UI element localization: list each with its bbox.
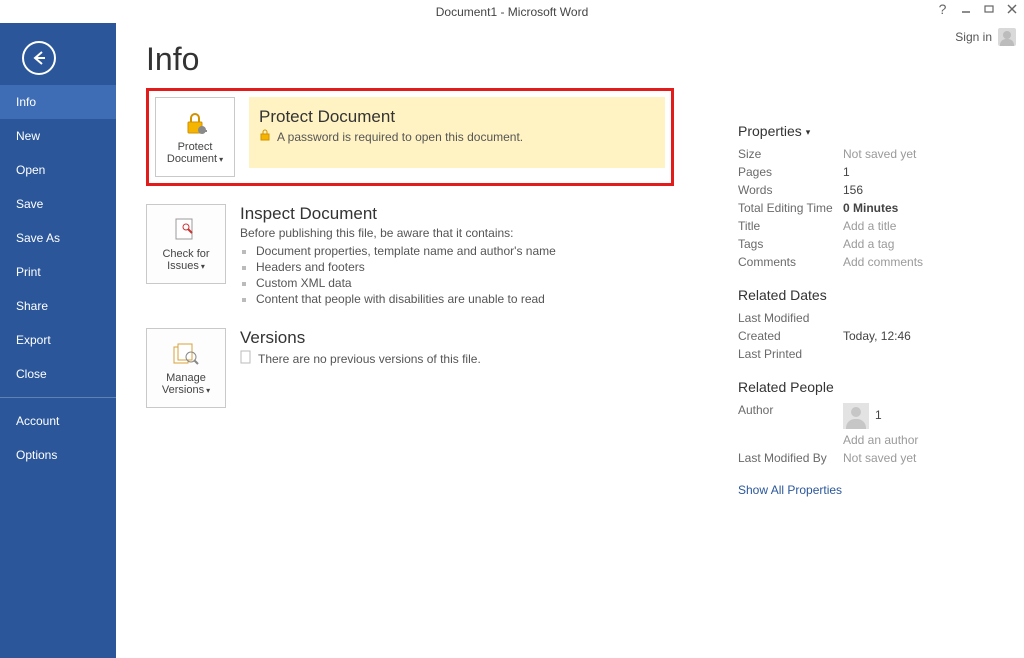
protect-document-button[interactable]: Protect Document▾: [155, 97, 235, 177]
back-arrow-icon: [31, 50, 47, 66]
check-issues-label: Check for Issues▾: [147, 248, 225, 272]
small-lock-icon: [259, 129, 271, 144]
sidebar-item-print[interactable]: Print: [0, 255, 116, 289]
prop-tags[interactable]: TagsAdd a tag: [738, 235, 1024, 253]
back-button[interactable]: [22, 41, 56, 75]
chevron-down-icon: ▾: [206, 386, 210, 395]
lock-icon: [179, 109, 211, 137]
prop-last-modified: Last Modified: [738, 309, 1024, 327]
related-people-heading: Related People: [738, 379, 1024, 395]
chevron-down-icon: ▾: [219, 155, 223, 164]
list-item: Headers and footers: [256, 260, 556, 274]
sidebar-item-save[interactable]: Save: [0, 187, 116, 221]
minimize-button[interactable]: [959, 2, 972, 15]
prop-author: Author 1: [738, 401, 1024, 431]
show-all-properties-link[interactable]: Show All Properties: [738, 483, 1024, 497]
prop-last-printed: Last Printed: [738, 345, 1024, 363]
user-avatar-icon: [998, 28, 1016, 46]
window-title: Document1 - Microsoft Word: [436, 5, 589, 19]
restore-button[interactable]: [982, 2, 995, 15]
prop-edit-time: Total Editing Time0 Minutes: [738, 199, 1024, 217]
chevron-down-icon: ▾: [201, 262, 205, 271]
sidebar-item-new[interactable]: New: [0, 119, 116, 153]
sidebar-item-info[interactable]: Info: [0, 85, 116, 119]
sidebar-item-share[interactable]: Share: [0, 289, 116, 323]
prop-last-modified-by: Last Modified ByNot saved yet: [738, 449, 1024, 467]
sidebar-item-save-as[interactable]: Save As: [0, 221, 116, 255]
signin-label: Sign in: [955, 30, 992, 44]
title-bar: Document1 - Microsoft Word ?: [0, 0, 1024, 23]
sidebar-item-close[interactable]: Close: [0, 357, 116, 391]
prop-comments[interactable]: CommentsAdd comments: [738, 253, 1024, 271]
sidebar-item-export[interactable]: Export: [0, 323, 116, 357]
list-item: Content that people with disabilities ar…: [256, 292, 556, 306]
versions-icon: [170, 340, 202, 368]
page-title: Info: [146, 41, 718, 78]
sidebar-item-account[interactable]: Account: [0, 404, 116, 438]
inspect-icon: [170, 216, 202, 244]
protect-document-highlight: Protect Document▾ Protect Document A pas…: [146, 88, 674, 186]
prop-size: SizeNot saved yet: [738, 145, 1024, 163]
protect-sub: A password is required to open this docu…: [277, 130, 523, 144]
related-dates-heading: Related Dates: [738, 287, 1024, 303]
properties-panel: Properties ▾ SizeNot saved yet Pages1 Wo…: [738, 23, 1024, 658]
prop-created: CreatedToday, 12:46: [738, 327, 1024, 345]
prop-title[interactable]: TitleAdd a title: [738, 217, 1024, 235]
inspect-heading: Inspect Document: [240, 204, 556, 224]
sidebar-item-open[interactable]: Open: [0, 153, 116, 187]
info-page: Info Protect Document▾ Protect Document …: [116, 23, 738, 658]
signin-area[interactable]: Sign in: [955, 28, 1016, 46]
sidebar-item-options[interactable]: Options: [0, 438, 116, 472]
list-item: Document properties, template name and a…: [256, 244, 556, 258]
prop-pages: Pages1: [738, 163, 1024, 181]
protect-button-label: Protect Document▾: [156, 141, 234, 165]
versions-heading: Versions: [240, 328, 481, 348]
backstage-sidebar: Info New Open Save Save As Print Share E…: [0, 23, 116, 658]
manage-versions-button[interactable]: Manage Versions▾: [146, 328, 226, 408]
close-button[interactable]: [1005, 2, 1018, 15]
author-avatar-icon: [843, 403, 869, 429]
chevron-down-icon: ▾: [806, 127, 811, 137]
add-author[interactable]: Add an author: [738, 431, 1024, 449]
document-icon: [240, 350, 252, 367]
inspect-sub: Before publishing this file, be aware th…: [240, 226, 556, 240]
manage-versions-label: Manage Versions▾: [147, 372, 225, 396]
check-for-issues-button[interactable]: Check for Issues▾: [146, 204, 226, 284]
versions-sub: There are no previous versions of this f…: [258, 352, 481, 366]
protect-heading: Protect Document: [259, 107, 655, 127]
list-item: Custom XML data: [256, 276, 556, 290]
help-icon[interactable]: ?: [936, 2, 949, 15]
properties-heading[interactable]: Properties ▾: [738, 123, 1024, 139]
inspect-issues-list: Document properties, template name and a…: [256, 244, 556, 306]
sidebar-separator: [0, 397, 116, 398]
prop-words: Words156: [738, 181, 1024, 199]
